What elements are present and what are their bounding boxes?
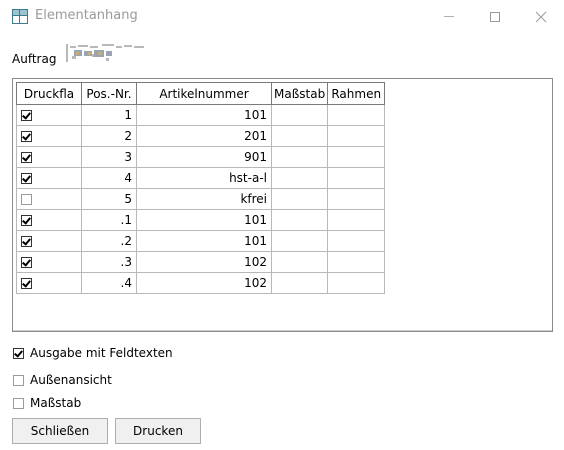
druckflaeche-cell (16, 230, 82, 252)
close-window-button[interactable] (518, 0, 564, 33)
druckflaeche-cell (16, 167, 82, 189)
window-title: Elementanhang (35, 8, 138, 23)
druckflaeche-checkbox[interactable] (21, 131, 32, 142)
column-header-artikelnummer[interactable]: Artikelnummer (136, 82, 272, 105)
element-table: Druckfla Pos.-Nr. Artikelnummer Maßstab … (16, 82, 386, 294)
massstab-cell[interactable] (270, 272, 329, 294)
table-row: .4 102 (16, 272, 386, 294)
druckflaeche-cell (16, 209, 82, 231)
app-grid-icon (12, 9, 28, 24)
column-header-pos-nr[interactable]: Pos.-Nr. (81, 82, 137, 105)
massstab-cell[interactable] (270, 188, 329, 210)
title-bar: Elementanhang (0, 0, 564, 33)
close-button[interactable]: Schließen (12, 418, 108, 444)
druckflaeche-cell (16, 272, 82, 294)
table-row: .3 102 (16, 251, 386, 273)
auftrag-stamp-image (66, 44, 144, 62)
table-row: .2 101 (16, 230, 386, 252)
table-header-row: Druckfla Pos.-Nr. Artikelnummer Maßstab … (16, 82, 386, 105)
feldtexte-label: Ausgabe mit Feldtexten (30, 346, 173, 360)
rahmen-cell[interactable] (327, 104, 386, 126)
druckflaeche-checkbox[interactable] (21, 152, 32, 163)
massstab-cell[interactable] (270, 230, 329, 252)
massstab-checkbox[interactable] (13, 397, 24, 409)
rahmen-cell[interactable] (327, 188, 386, 210)
table-row: 3 901 (16, 146, 386, 168)
rahmen-cell[interactable] (327, 209, 386, 231)
aussenansicht-checkbox[interactable] (13, 374, 24, 386)
druckflaeche-checkbox[interactable] (21, 257, 32, 268)
option-aussenansicht[interactable]: Außenansicht (13, 373, 112, 387)
artikel-cell[interactable]: 101 (136, 209, 272, 231)
druckflaeche-cell (16, 104, 82, 126)
rahmen-cell[interactable] (327, 167, 386, 189)
option-feldtexte[interactable]: Ausgabe mit Feldtexten (13, 346, 173, 360)
column-header-rahmen[interactable]: Rahmen (327, 82, 386, 105)
table-row: 2 201 (16, 125, 386, 147)
feldtexte-checkbox[interactable] (13, 347, 24, 359)
artikel-cell[interactable]: 901 (136, 146, 272, 168)
druckflaeche-checkbox[interactable] (21, 194, 32, 205)
pos-cell[interactable]: 3 (81, 146, 137, 168)
druckflaeche-cell (16, 146, 82, 168)
print-button[interactable]: Drucken (115, 418, 201, 444)
druckflaeche-checkbox[interactable] (21, 278, 32, 289)
massstab-cell[interactable] (270, 167, 329, 189)
artikel-cell[interactable]: 101 (136, 230, 272, 252)
druckflaeche-cell (16, 251, 82, 273)
table-row: 5 kfrei (16, 188, 386, 210)
massstab-cell[interactable] (270, 209, 329, 231)
artikel-cell[interactable]: kfrei (136, 188, 272, 210)
pos-cell[interactable]: .4 (81, 272, 137, 294)
pos-cell[interactable]: .2 (81, 230, 137, 252)
column-header-massstab[interactable]: Maßstab (270, 82, 329, 105)
druckflaeche-cell (16, 188, 82, 210)
pos-cell[interactable]: 1 (81, 104, 137, 126)
pos-cell[interactable]: 5 (81, 188, 137, 210)
element-grid[interactable]: Druckfla Pos.-Nr. Artikelnummer Maßstab … (12, 78, 553, 332)
column-header-druckflaeche[interactable]: Druckfla (16, 82, 82, 105)
druckflaeche-checkbox[interactable] (21, 215, 32, 226)
rahmen-cell[interactable] (327, 230, 386, 252)
rahmen-cell[interactable] (327, 125, 386, 147)
table-row: 1 101 (16, 104, 386, 126)
massstab-cell[interactable] (270, 125, 329, 147)
pos-cell[interactable]: 4 (81, 167, 137, 189)
rahmen-cell[interactable] (327, 251, 386, 273)
massstab-cell[interactable] (270, 251, 329, 273)
pos-cell[interactable]: .3 (81, 251, 137, 273)
pos-cell[interactable]: 2 (81, 125, 137, 147)
auftrag-label: Auftrag (12, 52, 57, 66)
druckflaeche-checkbox[interactable] (21, 236, 32, 247)
massstab-cell[interactable] (270, 104, 329, 126)
artikel-cell[interactable]: 102 (136, 272, 272, 294)
druckflaeche-checkbox[interactable] (21, 173, 32, 184)
rahmen-cell[interactable] (327, 146, 386, 168)
aussenansicht-label: Außenansicht (30, 373, 112, 387)
artikel-cell[interactable]: hst-a-l (136, 167, 272, 189)
artikel-cell[interactable]: 101 (136, 104, 272, 126)
pos-cell[interactable]: .1 (81, 209, 137, 231)
druckflaeche-checkbox[interactable] (21, 110, 32, 121)
druckflaeche-cell (16, 125, 82, 147)
artikel-cell[interactable]: 102 (136, 251, 272, 273)
minimize-icon (444, 16, 454, 17)
minimize-button[interactable] (426, 0, 472, 33)
option-massstab[interactable]: Maßstab (13, 396, 81, 410)
maximize-icon (490, 11, 500, 22)
artikel-cell[interactable]: 201 (136, 125, 272, 147)
close-icon (535, 11, 547, 22)
table-row: .1 101 (16, 209, 386, 231)
massstab-label: Maßstab (30, 396, 82, 410)
maximize-button[interactable] (472, 0, 518, 33)
massstab-cell[interactable] (270, 146, 329, 168)
table-row: 4 hst-a-l (16, 167, 386, 189)
rahmen-cell[interactable] (327, 272, 386, 294)
